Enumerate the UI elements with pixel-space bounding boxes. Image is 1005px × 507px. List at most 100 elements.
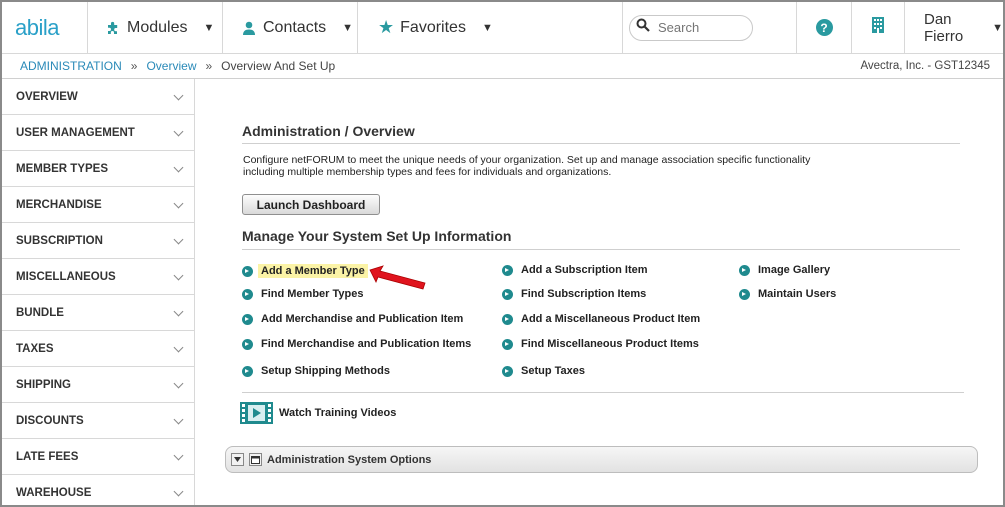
sidebar-item-member-types[interactable]: MEMBER TYPES	[2, 151, 194, 187]
sidebar-item-label: TAXES	[16, 342, 54, 355]
system-options-panel: Administration System Options	[225, 446, 978, 473]
modules-menu[interactable]: Modules ▼	[87, 2, 222, 53]
user-menu[interactable]: Dan Fierro ▼	[904, 2, 1003, 53]
description-line: Configure netFORUM to meet the unique ne…	[243, 154, 811, 166]
sidebar-item-label: MERCHANDISE	[16, 198, 102, 211]
help-button[interactable]: ?	[796, 2, 851, 53]
sidebar-item-taxes[interactable]: TAXES	[2, 331, 194, 367]
sidebar-item-miscellaneous[interactable]: MISCELLANEOUS	[2, 259, 194, 295]
arrow-circle-icon	[739, 288, 750, 300]
link-label: Add Merchandise and Publication Item	[261, 313, 464, 325]
add-subscription-link[interactable]: Add a Subscription Item	[502, 264, 648, 276]
arrow-circle-icon	[502, 365, 513, 377]
abila-logo[interactable]: abila	[2, 2, 87, 53]
find-subscription-link[interactable]: Find Subscription Items	[502, 288, 646, 300]
sidebar-item-label: USER MANAGEMENT	[16, 126, 135, 139]
app-window: abila Modules ▼ Contacts ▼ ★ Favorites ▼	[0, 0, 1005, 507]
chevron-down-icon	[173, 126, 184, 137]
link-label: Find Merchandise and Publication Items	[261, 338, 472, 350]
image-gallery-link[interactable]: Image Gallery	[739, 264, 830, 276]
divider	[242, 249, 960, 250]
link-label: Add a Miscellaneous Product Item	[521, 313, 701, 325]
person-icon	[241, 20, 257, 36]
sidebar-item-shipping[interactable]: SHIPPING	[2, 367, 194, 403]
arrow-circle-icon	[739, 264, 750, 276]
link-label: Setup Taxes	[521, 365, 585, 377]
sidebar-item-merchandise[interactable]: MERCHANDISE	[2, 187, 194, 223]
description-line: including multiple membership types and …	[243, 166, 612, 178]
setup-heading: Manage Your System Set Up Information	[242, 228, 512, 244]
favorites-menu[interactable]: ★ Favorites ▼	[357, 2, 493, 53]
sidebar-item-warehouse[interactable]: WAREHOUSE	[2, 475, 194, 505]
sidebar-item-label: MEMBER TYPES	[16, 162, 109, 175]
search-input[interactable]	[656, 19, 750, 36]
search-icon	[636, 18, 650, 37]
sidebar: OVERVIEW USER MANAGEMENT MEMBER TYPES ME…	[2, 79, 195, 505]
sidebar-item-user-management[interactable]: USER MANAGEMENT	[2, 115, 194, 151]
breadcrumb-administration[interactable]: ADMINISTRATION	[20, 59, 122, 73]
sidebar-item-label: BUNDLE	[16, 306, 64, 319]
find-merchandise-link[interactable]: Find Merchandise and Publication Items	[242, 338, 471, 350]
red-arrow-icon	[369, 265, 426, 290]
add-misc-product-link[interactable]: Add a Miscellaneous Product Item	[502, 313, 700, 325]
arrow-circle-icon	[242, 265, 253, 277]
contacts-label: Contacts	[263, 18, 327, 36]
divider	[242, 143, 960, 144]
sidebar-item-label: DISCOUNTS	[16, 414, 84, 427]
breadcrumb-separator: »	[130, 59, 138, 73]
sidebar-item-label: SHIPPING	[16, 378, 71, 391]
link-label: Find Subscription Items	[521, 288, 647, 300]
sidebar-item-label: WAREHOUSE	[16, 486, 92, 499]
divider	[242, 392, 964, 393]
chevron-down-icon	[234, 457, 241, 462]
sidebar-item-bundle[interactable]: BUNDLE	[2, 295, 194, 331]
sidebar-item-label: OVERVIEW	[16, 90, 78, 103]
watch-training-videos-link[interactable]: Watch Training Videos	[240, 402, 396, 424]
system-options-label: Administration System Options	[267, 453, 432, 466]
add-member-type-link[interactable]: Add a Member Type	[242, 264, 368, 278]
top-navigation-bar: abila Modules ▼ Contacts ▼ ★ Favorites ▼	[2, 2, 1003, 54]
breadcrumb-current: Overview And Set Up	[221, 59, 336, 73]
chevron-down-icon	[173, 270, 184, 281]
breadcrumb: ADMINISTRATION » Overview » Overview And…	[2, 54, 1003, 79]
add-merchandise-link[interactable]: Add Merchandise and Publication Item	[242, 313, 463, 325]
organization-button[interactable]	[851, 2, 904, 53]
favorites-label: Favorites	[400, 18, 466, 36]
setup-shipping-link[interactable]: Setup Shipping Methods	[242, 365, 390, 377]
find-member-types-link[interactable]: Find Member Types	[242, 288, 363, 300]
help-glyph: ?	[820, 20, 828, 35]
arrow-circle-icon	[242, 338, 253, 350]
maintain-users-link[interactable]: Maintain Users	[739, 288, 836, 300]
modules-label: Modules	[127, 18, 188, 36]
sidebar-item-discounts[interactable]: DISCOUNTS	[2, 403, 194, 439]
contacts-menu[interactable]: Contacts ▼	[222, 2, 357, 53]
arrow-circle-icon	[242, 288, 253, 300]
sidebar-item-late-fees[interactable]: LATE FEES	[2, 439, 194, 475]
launch-dashboard-button[interactable]: Launch Dashboard	[242, 194, 380, 215]
window-toggle-button[interactable]	[249, 453, 262, 466]
link-label: Image Gallery	[758, 264, 831, 276]
sidebar-item-subscription[interactable]: SUBSCRIPTION	[2, 223, 194, 259]
film-video-icon	[240, 402, 273, 424]
chevron-down-icon: ▼	[992, 21, 1003, 34]
collapse-toggle-button[interactable]	[231, 453, 244, 466]
link-label: Find Member Types	[261, 288, 364, 300]
chevron-down-icon: ▼	[342, 21, 354, 34]
link-label: Find Miscellaneous Product Items	[521, 338, 699, 350]
main-content: Administration / Overview Configure netF…	[195, 79, 1003, 505]
arrow-circle-icon	[502, 338, 513, 350]
help-icon: ?	[815, 19, 833, 36]
link-label: Setup Shipping Methods	[261, 365, 390, 377]
sidebar-item-overview[interactable]: OVERVIEW	[2, 79, 194, 115]
breadcrumb-overview[interactable]: Overview	[146, 59, 196, 73]
sidebar-item-label: MISCELLANEOUS	[16, 270, 116, 283]
search-box[interactable]	[629, 14, 753, 41]
chevron-down-icon	[173, 486, 184, 497]
find-misc-product-link[interactable]: Find Miscellaneous Product Items	[502, 338, 699, 350]
sidebar-item-label: SUBSCRIPTION	[16, 234, 103, 247]
sidebar-item-label: LATE FEES	[16, 450, 79, 463]
breadcrumb-separator: »	[205, 59, 213, 73]
logo-text: abila	[15, 14, 59, 40]
setup-taxes-link[interactable]: Setup Taxes	[502, 365, 585, 377]
